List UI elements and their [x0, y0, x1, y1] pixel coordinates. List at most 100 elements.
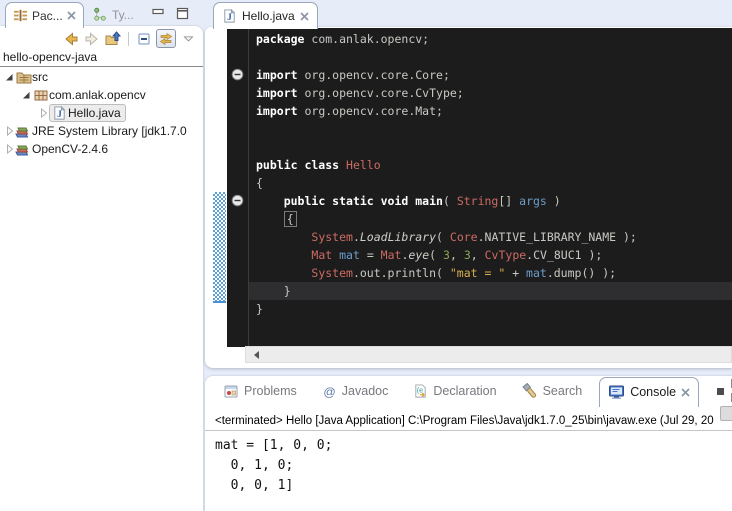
tab-declaration[interactable]: (e Declaration	[405, 377, 504, 406]
tab-search[interactable]: Search	[514, 377, 591, 406]
forward-icon	[84, 31, 100, 47]
collapse-all-button[interactable]	[135, 30, 153, 47]
package-icon	[32, 87, 49, 103]
package-explorer-icon	[13, 8, 28, 23]
tree-item[interactable]: com.anlak.opencv	[0, 86, 203, 104]
code-line: {	[249, 210, 732, 228]
declaration-icon: (e	[413, 383, 428, 399]
code-line: public class Hello	[249, 156, 732, 174]
tab-hello-java[interactable]: J Hello.java	[213, 2, 318, 29]
tab-label: Ty...	[112, 8, 134, 22]
view-menu-button[interactable]	[179, 30, 197, 47]
range-indicator	[213, 192, 226, 303]
toolbar-separator	[128, 32, 129, 46]
console-toolbar-button[interactable]	[720, 406, 732, 421]
package-explorer-panel: Pac... Ty... hello-opencv-java srccom.an…	[0, 0, 203, 511]
up-folder-button[interactable]	[104, 30, 122, 47]
console-output-line: 0, 0, 1]	[215, 476, 732, 496]
code-line-current: }	[249, 282, 732, 300]
library-icon	[15, 123, 32, 139]
console-process-header: <terminated> Hello [Java Application] C:…	[205, 406, 732, 431]
expand-arrow-icon[interactable]	[21, 91, 32, 100]
minimize-button[interactable]	[152, 7, 165, 20]
code-line	[249, 120, 732, 138]
collapse-arrow-icon[interactable]	[4, 144, 15, 154]
tree-item-label: src	[32, 70, 48, 84]
maximize-button[interactable]	[176, 7, 189, 20]
link-with-editor-icon	[158, 31, 174, 47]
code-area[interactable]: package com.anlak.opencv; import org.open…	[227, 28, 732, 347]
code-line: package com.anlak.opencv;	[249, 30, 732, 48]
console-icon	[608, 384, 625, 400]
code-line: import org.opencv.core.Core;	[249, 66, 732, 84]
tree-item[interactable]: JRE System Library [jdk1.7.0	[0, 122, 203, 140]
tree-item[interactable]: src	[0, 68, 203, 86]
tab-type-hierarchy[interactable]: Ty...	[86, 2, 141, 27]
tree-selection: JHello.java	[49, 104, 126, 122]
java-file-icon: J	[51, 105, 68, 121]
code-line: Mat mat = Mat.eye( 3, 3, CvType.CV_8UC1 …	[249, 246, 732, 264]
editor-tab-label: Hello.java	[242, 9, 295, 23]
package-explorer-toolbar	[0, 28, 197, 49]
bottom-tab-label: Search	[543, 384, 583, 398]
collapse-all-icon	[136, 31, 152, 47]
java-editor: package com.anlak.opencv; import org.open…	[205, 27, 732, 368]
close-icon[interactable]	[300, 12, 309, 21]
library-icon	[15, 141, 32, 157]
code-line: public static void main( String[] args )	[249, 192, 732, 210]
bug-icon	[716, 387, 725, 396]
tab-console[interactable]: Console	[599, 377, 699, 407]
svg-text:J: J	[227, 13, 232, 23]
tab-bug-explorer[interactable]: Bug Explorer	[708, 377, 732, 406]
code-line: import org.opencv.core.CvType;	[249, 84, 732, 102]
code-line: System.out.println( "mat = " + mat.dump(…	[249, 264, 732, 282]
svg-text:@: @	[323, 385, 335, 399]
fold-collapse-icon[interactable]	[231, 194, 244, 207]
code-line: {	[249, 174, 732, 192]
console-output-line: 0, 1, 0;	[215, 456, 732, 476]
expand-arrow-icon[interactable]	[4, 73, 15, 82]
collapse-arrow-icon[interactable]	[38, 108, 49, 118]
fold-collapse-icon[interactable]	[231, 68, 244, 81]
project-tree: srccom.anlak.opencv JHello.java JRE System…	[0, 68, 203, 511]
code-line: import org.opencv.core.Mat;	[249, 102, 732, 120]
horizontal-scrollbar[interactable]	[245, 346, 732, 363]
bottom-views-panel: Problems @Javadoc (e Declaration Search Conso…	[205, 376, 732, 511]
up-folder-icon	[105, 31, 122, 47]
bottom-tab-label: Declaration	[433, 384, 496, 398]
link-with-editor-button[interactable]	[156, 29, 176, 48]
scroll-left-arrow-icon[interactable]	[250, 351, 259, 359]
tree-item[interactable]: OpenCV-2.4.6	[0, 140, 203, 158]
type-hierarchy-icon	[93, 7, 108, 22]
search-icon	[522, 383, 538, 399]
tree-item-label: OpenCV-2.4.6	[32, 142, 108, 156]
tree-item-label: Hello.java	[68, 106, 121, 120]
close-icon[interactable]	[681, 388, 690, 397]
console-output-line: mat = [1, 0, 0;	[215, 436, 732, 456]
tree-item[interactable]: JHello.java	[0, 104, 203, 122]
collapse-arrow-icon[interactable]	[4, 126, 15, 136]
tab-problems[interactable]: Problems	[215, 377, 305, 406]
close-icon[interactable]	[67, 11, 76, 20]
problems-icon	[223, 383, 239, 399]
tab-package-explorer[interactable]: Pac...	[5, 2, 84, 28]
tree-item-label: JRE System Library [jdk1.7.0	[32, 124, 187, 138]
tab-javadoc[interactable]: @Javadoc	[314, 377, 397, 406]
forward-button[interactable]	[83, 30, 101, 47]
back-icon	[63, 31, 79, 47]
view-menu-icon	[182, 32, 195, 45]
bottom-tab-label: Problems	[244, 384, 297, 398]
bottom-tab-label: Console	[630, 385, 676, 399]
javadoc-icon: @	[322, 384, 337, 399]
code-line: }	[249, 300, 732, 318]
project-label[interactable]: hello-opencv-java	[0, 49, 203, 67]
back-button[interactable]	[62, 30, 80, 47]
bottom-tab-bar: Problems @Javadoc (e Declaration Search Conso…	[205, 376, 732, 406]
tab-label: Pac...	[32, 9, 63, 23]
code-line	[249, 138, 732, 156]
package-folder-icon	[15, 69, 32, 85]
code-line	[249, 48, 732, 66]
console-output[interactable]: mat = [1, 0, 0; 0, 1, 0; 0, 0, 1]	[205, 431, 732, 496]
java-file-icon: J	[222, 8, 237, 24]
tree-item-label: com.anlak.opencv	[49, 88, 146, 102]
